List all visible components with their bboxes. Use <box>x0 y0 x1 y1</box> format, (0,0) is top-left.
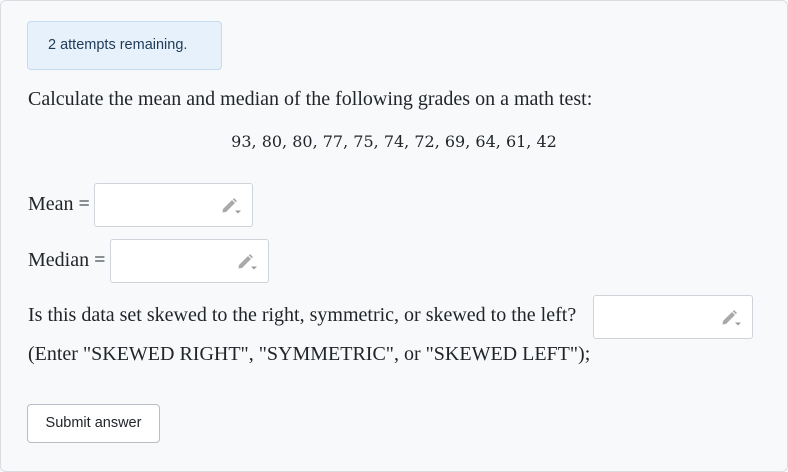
submit-answer-button[interactable]: Submit answer <box>27 404 160 443</box>
median-input[interactable] <box>110 239 269 283</box>
skew-question: Is this data set skewed to the right, sy… <box>28 304 577 326</box>
attempts-remaining-alert: 2 attempts remaining. <box>27 21 222 70</box>
pencil-icon <box>722 310 741 326</box>
attempts-remaining-text: 2 attempts remaining. <box>48 37 188 53</box>
median-label: Median = <box>28 249 106 271</box>
grades-list: 93, 80, 80, 77, 75, 74, 72, 69, 64, 61, … <box>231 132 557 151</box>
problem-card <box>0 0 788 472</box>
question-prompt: Calculate the mean and median of the fol… <box>28 88 593 110</box>
submit-answer-label: Submit answer <box>45 415 142 431</box>
skew-input[interactable] <box>593 295 753 339</box>
skew-answer-hint: (Enter "SKEWED RIGHT", "SYMMETRIC", or "… <box>28 343 591 365</box>
mean-input[interactable] <box>94 183 253 227</box>
pencil-icon <box>238 254 257 270</box>
mean-label: Mean = <box>28 193 90 215</box>
pencil-icon <box>222 198 241 214</box>
